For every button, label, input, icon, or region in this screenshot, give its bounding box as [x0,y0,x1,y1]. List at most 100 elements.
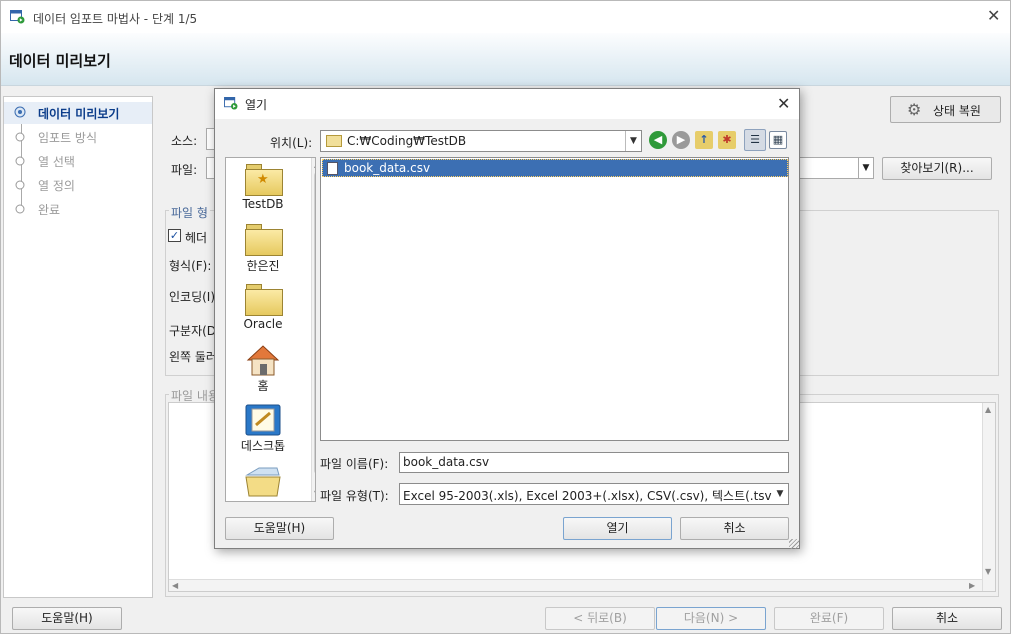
scroll-down-icon[interactable]: ▼ [985,567,991,576]
chevron-down-icon[interactable]: ▼ [772,484,788,504]
step-node-icon [15,132,25,142]
preview-vertical-scrollbar[interactable]: ▲ ▼ [982,403,995,591]
open-button[interactable]: 열기 [563,517,672,540]
details-view-icon[interactable]: ▦ [769,131,787,149]
step-label: 임포트 방식 [38,131,98,145]
step-column-select[interactable]: 열 선택 [4,150,152,172]
place-label: 한은진 [246,259,280,273]
format-label: 형식(F): [169,259,212,273]
scroll-thumb[interactable] [314,172,315,474]
left-enclosure-label: 왼쪽 둘러 [169,350,217,364]
places-bar: ★ TestDB 한은진 Oracle 홈 데스크톱 [225,157,316,502]
folder-icon [244,283,283,316]
current-step-icon [14,106,26,118]
place-desktop[interactable]: 데스크톱 [226,403,300,454]
back-arrow-icon[interactable]: ◀ [649,131,667,149]
scroll-up-icon[interactable]: ▲ [314,160,315,169]
filename-label: 파일 이름(F): [320,457,389,471]
header-label: 헤더 [185,231,208,245]
file-row-selected[interactable]: book_data.csv [322,159,788,177]
place-label: 데스크톱 [240,439,286,453]
app-icon [224,97,238,110]
step-label: 데이터 미리보기 [38,107,120,121]
chevron-down-icon[interactable]: ▼ [625,131,641,151]
place-network[interactable] [226,463,300,497]
scroll-down-icon[interactable]: ▼ [314,489,315,498]
step-column-define[interactable]: 열 정의 [4,174,152,196]
filetype-value: Excel 95-2003(.xls), Excel 2003+(.xlsx),… [403,489,773,503]
preview-horizontal-scrollbar[interactable]: ◀ ▶ [169,579,982,591]
group-title: 파일 형 [169,204,210,221]
file-label: 파일: [171,163,198,177]
step-label: 열 정의 [38,179,75,193]
back-button[interactable]: < 뒤로(B) [545,607,655,630]
help-button[interactable]: 도움말(H) [12,607,122,630]
new-folder-icon[interactable]: ✱ [718,131,736,149]
folder-icon [244,223,283,256]
close-icon[interactable]: ✕ [987,8,1000,24]
forward-arrow-icon[interactable]: ▶ [672,131,690,149]
page-banner: 데이터 미리보기 [1,33,1010,86]
places-scrollbar[interactable]: ▲ ▼ [311,158,315,501]
place-label: Oracle [243,317,283,331]
app-icon [10,10,25,24]
finish-button[interactable]: 완료(F) [774,607,884,630]
step-label: 열 선택 [38,155,75,169]
dialog-help-button[interactable]: 도움말(H) [225,517,334,540]
step-node-icon [15,180,25,190]
filetype-label: 파일 유형(T): [320,489,389,503]
gear-icon: ⚙ [907,100,922,119]
desktop-icon [245,404,281,436]
chevron-down-icon: ▼ [862,163,870,173]
resize-grip[interactable] [789,539,799,549]
place-testdb[interactable]: ★ TestDB [226,163,300,211]
home-icon [246,345,280,376]
import-wizard-window: 데이터 임포트 마법사 - 단계 1/5 ✕ 데이터 미리보기 데이터 미리보기… [0,0,1011,634]
filetype-combo[interactable]: Excel 95-2003(.xls), Excel 2003+(.xlsx),… [399,483,789,505]
file-name: book_data.csv [344,161,431,175]
file-list[interactable]: book_data.csv [320,157,789,441]
place-label: TestDB [242,197,284,211]
location-combo[interactable]: C:₩Coding₩TestDB ▼ [320,130,642,152]
step-import-method[interactable]: 임포트 방식 [4,126,152,148]
dialog-title: 열기 [245,98,268,112]
place-home[interactable]: 홈 [226,343,300,394]
list-view-icon[interactable]: ☰ [744,129,766,151]
open-folder-icon [245,467,281,497]
restore-label: 상태 복원 [933,104,981,118]
place-oracle[interactable]: Oracle [226,283,300,331]
scroll-right-icon[interactable]: ▶ [969,581,975,590]
dialog-title-bar: 열기 ✕ [215,89,799,119]
step-node-icon [15,156,25,166]
file-path-dropdown[interactable]: ▼ [858,157,874,179]
browse-button[interactable]: 찾아보기(R)... [882,157,992,180]
page-title: 데이터 미리보기 [9,52,111,70]
open-file-dialog: 열기 ✕ 위치(L): C:₩Coding₩TestDB ▼ ◀ ▶ ↑ ✱ ☰… [214,88,800,549]
step-data-preview[interactable]: 데이터 미리보기 [4,102,152,124]
folder-icon [326,135,342,147]
step-label: 완료 [38,203,61,217]
wizard-steps: 데이터 미리보기 임포트 방식 열 선택 열 정의 완료 [3,96,153,598]
step-node-icon [15,204,25,214]
source-label: 소스: [171,134,198,148]
next-button[interactable]: 다음(N) > [656,607,766,630]
up-folder-icon[interactable]: ↑ [695,131,713,149]
file-path-combo[interactable] [796,157,859,179]
filename-input[interactable]: book_data.csv [399,452,789,473]
dialog-cancel-button[interactable]: 취소 [680,517,789,540]
location-label: 위치(L): [270,136,313,150]
place-user[interactable]: 한은진 [226,223,300,274]
header-checkbox[interactable]: ✓ [168,229,181,242]
restore-state-button[interactable]: ⚙ 상태 복원 [890,96,1001,123]
title-bar: 데이터 임포트 마법사 - 단계 1/5 ✕ [1,1,1010,33]
starred-folder-icon: ★ [244,163,283,196]
cancel-button[interactable]: 취소 [892,607,1002,630]
location-value: C:₩Coding₩TestDB [347,134,467,148]
place-label: 홈 [257,379,269,393]
close-icon[interactable]: ✕ [777,94,790,113]
scroll-up-icon[interactable]: ▲ [985,405,991,414]
scroll-left-icon[interactable]: ◀ [172,581,178,590]
encoding-label: 인코딩(I): [169,290,220,304]
step-finish[interactable]: 완료 [4,198,152,220]
window-title: 데이터 임포트 마법사 - 단계 1/5 [33,12,198,26]
